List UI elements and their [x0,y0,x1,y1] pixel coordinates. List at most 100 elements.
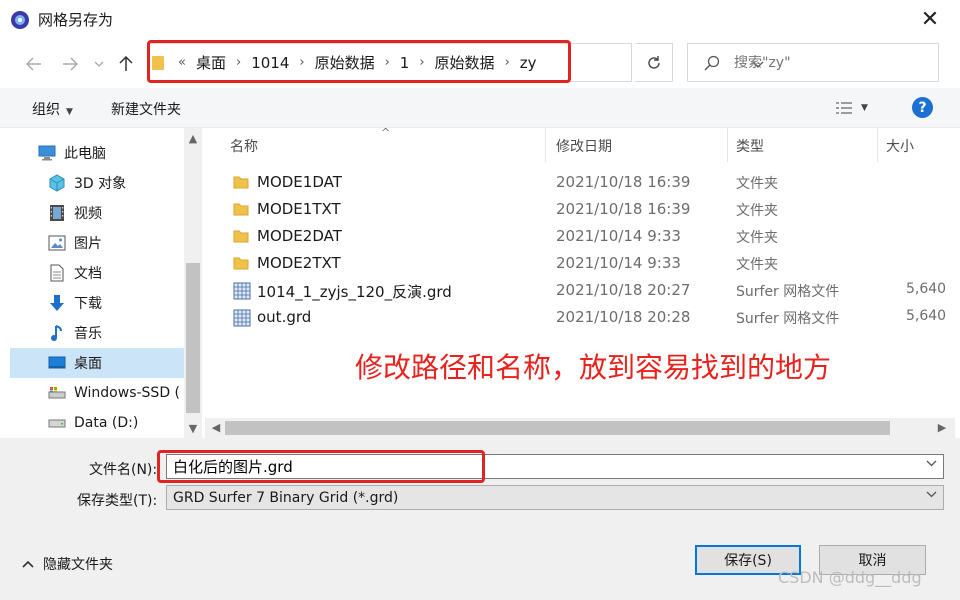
scroll-right-icon[interactable]: ▶ [933,421,951,434]
hide-folders-button[interactable]: 隐藏文件夹 [22,554,113,574]
new-folder-button[interactable]: 新建文件夹 [111,99,181,119]
breadcrumb: « 桌面 › 1014 › 原始数据 › 1 › 原始数据 › zy [148,44,543,81]
address-bar[interactable]: « 桌面 › 1014 › 原始数据 › 1 › 原始数据 › zy [147,43,764,82]
forward-arrow-icon [63,57,78,71]
file-row[interactable]: 1014_1_zyjs_120_反演.grd 2021/10/18 20:27 … [227,277,947,304]
nav-scrollbar[interactable]: ▲ ▼ [184,128,202,438]
scroll-left-icon[interactable]: ◀ [207,421,225,434]
nav-item-label: 桌面 [74,356,102,372]
view-options-button[interactable]: ▼ [835,99,875,117]
nav-item-downloads[interactable]: 下载 [48,288,184,318]
search-box[interactable] [687,43,939,82]
nav-item-this-pc[interactable]: 此电脑 [38,138,184,168]
address-row: « 桌面 › 1014 › 原始数据 › 1 › 原始数据 › zy [0,38,960,88]
breadcrumb-item[interactable]: 桌面 [196,52,226,73]
file-row[interactable]: MODE2TXT 2021/10/14 9:33 文件夹 [227,250,947,277]
3d-objects-icon [48,174,66,192]
folder-icon [233,176,249,189]
column-divider[interactable] [545,128,546,162]
column-header-size[interactable]: 大小 [886,136,914,156]
up-button[interactable] [114,52,138,76]
drive-icon [48,414,66,432]
nav-item-music[interactable]: 音乐 [48,318,184,348]
column-header-type[interactable]: 类型 [736,136,764,156]
navigation-pane: 此电脑 3D 对象 视频 图片 文档 下载 音乐 桌面 Windows-SSD … [0,128,205,438]
breadcrumb-separator-icon[interactable]: › [419,55,424,70]
file-size: 5,640 [906,281,947,297]
breadcrumb-separator-icon[interactable]: › [236,55,241,70]
refresh-icon [647,55,660,69]
pictures-icon [48,234,66,252]
breadcrumb-item[interactable]: 1 [400,54,410,72]
column-header-name[interactable]: 名称 [230,136,258,156]
caret-down-icon: ▼ [66,107,73,117]
red-annotation-text: 修改路径和名称，放到容易找到的地方 [355,351,832,384]
horizontal-scrollbar[interactable]: ◀ ▶ [205,418,955,438]
nav-item-3d-objects[interactable]: 3D 对象 [48,168,184,198]
nav-item-windows-ssd[interactable]: Windows-SSD ( [48,378,184,408]
scroll-down-icon[interactable]: ▼ [184,422,202,435]
breadcrumb-separator-icon[interactable]: › [505,55,510,70]
chevron-down-icon [94,61,104,67]
overflow-chevron-icon[interactable]: « [178,55,186,70]
file-type: Surfer 网格文件 [736,311,840,327]
column-divider[interactable] [877,128,878,162]
nav-scrollbar-thumb[interactable] [186,263,200,413]
recent-locations-button[interactable] [90,52,108,76]
chevron-down-icon[interactable] [926,459,937,470]
horizontal-scrollbar-thumb[interactable] [225,421,890,435]
nav-item-label: 视频 [74,206,102,222]
refresh-button[interactable] [635,43,673,82]
file-date: 2021/10/14 9:33 [556,227,681,245]
forward-button[interactable] [58,52,82,76]
file-type: 文件夹 [736,176,778,192]
search-input[interactable] [734,54,924,71]
column-divider[interactable] [727,128,728,162]
breadcrumb-item[interactable]: 原始数据 [435,52,495,73]
breadcrumb-item[interactable]: 原始数据 [315,52,375,73]
breadcrumb-item[interactable]: zy [520,54,537,72]
file-row[interactable]: MODE1DAT 2021/10/18 16:39 文件夹 [227,169,947,196]
organize-button[interactable]: 组织 ▼ [32,99,73,119]
desktop-icon [48,354,66,372]
computer-icon [38,144,56,162]
drive-icon [48,384,66,402]
video-icon [48,204,66,222]
breadcrumb-separator-icon[interactable]: › [385,55,390,70]
help-icon[interactable]: ? [912,97,933,118]
file-list-pane: ^ 名称 修改日期 类型 大小 MODE1DAT 2021/10/18 16:3… [205,126,955,438]
column-header-date[interactable]: 修改日期 [556,136,612,156]
folder-icon [233,203,249,216]
file-date: 2021/10/18 20:28 [556,308,691,326]
nav-item-desktop[interactable]: 桌面 [10,348,184,378]
file-size: 5,640 [906,308,947,324]
filename-field[interactable] [166,454,944,479]
download-icon [48,294,66,312]
filetype-label: 保存类型(T): [77,493,158,509]
grid-file-icon [233,309,251,327]
file-row[interactable]: MODE2DAT 2021/10/14 9:33 文件夹 [227,223,947,250]
nav-item-video[interactable]: 视频 [48,198,184,228]
close-button[interactable]: ✕ [908,4,952,34]
nav-item-label: 文档 [74,266,102,282]
file-type: Surfer 网格文件 [736,284,840,300]
file-row[interactable]: MODE1TXT 2021/10/18 16:39 文件夹 [227,196,947,223]
app-icon [11,11,29,29]
toolbar: 组织 ▼ 新建文件夹 ▼ ? [0,88,960,128]
nav-item-data-d[interactable]: Data (D:) [48,408,184,438]
filename-label: 文件名(N): [89,462,158,478]
breadcrumb-separator-icon[interactable]: › [299,55,304,70]
chevron-down-icon [926,490,937,501]
nav-item-documents[interactable]: 文档 [48,258,184,288]
details-view-icon [836,102,852,114]
grid-file-icon [233,282,251,300]
back-button[interactable] [22,52,46,76]
file-row[interactable]: out.grd 2021/10/18 20:28 Surfer 网格文件 5,6… [227,304,947,331]
nav-item-pictures[interactable]: 图片 [48,228,184,258]
scroll-up-icon[interactable]: ▲ [184,132,202,145]
breadcrumb-item[interactable]: 1014 [251,54,289,72]
file-name: MODE2TXT [257,254,341,272]
filename-input[interactable] [167,457,943,476]
watermark: CSDN @ddg__ddg [778,568,922,587]
filetype-select[interactable]: GRD Surfer 7 Binary Grid (*.grd) [166,485,944,510]
